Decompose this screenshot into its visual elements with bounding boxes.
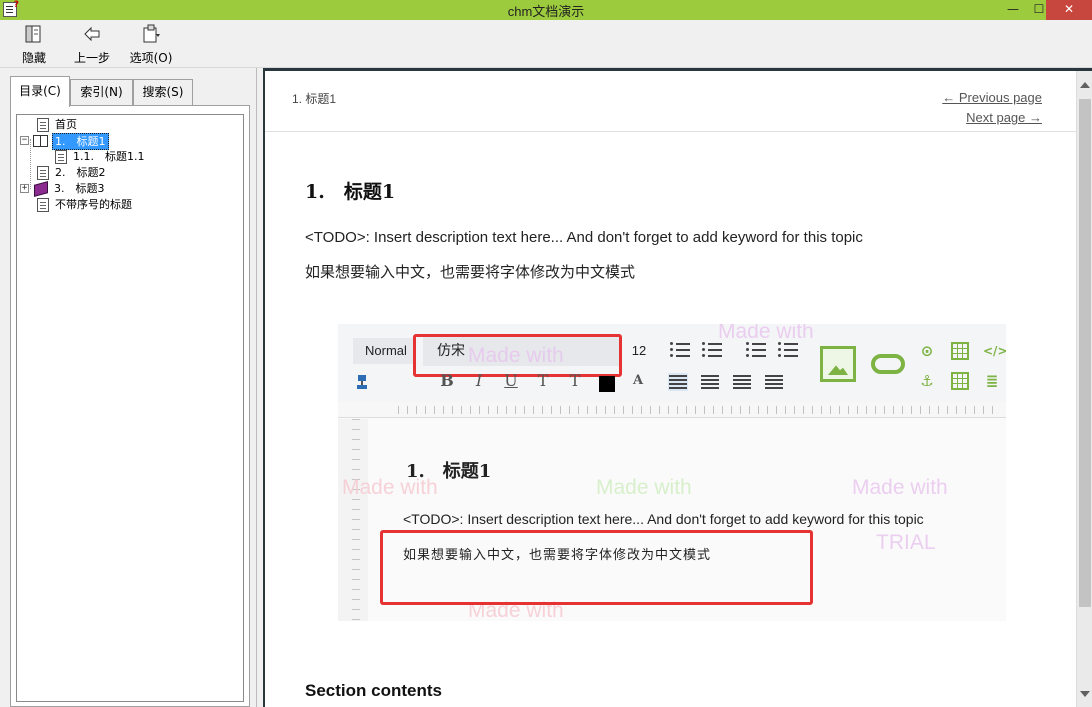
- indent-icon: [778, 340, 800, 360]
- tree-item-unnumbered[interactable]: 不带序号的标题: [37, 197, 134, 213]
- page-icon: [55, 150, 67, 164]
- insert-image-icon: [820, 346, 856, 382]
- description-text: <TODO>: Insert description text here... …: [305, 229, 863, 246]
- breadcrumb: 1. 标题1: [292, 92, 337, 106]
- page-title: 1. 标题1: [305, 181, 396, 203]
- align-justify-icon: [764, 373, 784, 391]
- anchor-icon: ⚓: [920, 372, 934, 390]
- text-highlight-box: [380, 530, 813, 605]
- tree-item-heading3[interactable]: 3. 标题3: [33, 181, 107, 197]
- font-color-icon: [599, 376, 615, 392]
- editor-description-text: <TODO>: Insert description text here... …: [403, 511, 924, 527]
- tree-item-heading2[interactable]: 2. 标题2: [37, 165, 108, 181]
- outdent-icon: [746, 340, 768, 360]
- page-icon: [37, 166, 49, 180]
- watermark: Made with: [468, 344, 564, 367]
- minimize-button[interactable]: —: [1000, 0, 1026, 20]
- subscript-icon: T: [537, 371, 549, 390]
- align-right-icon: [732, 373, 752, 391]
- tree-item-heading1[interactable]: 1. 标题1: [33, 133, 109, 150]
- table-icon: [951, 342, 969, 360]
- previous-page-link[interactable]: ← Previous page: [942, 90, 1042, 105]
- pane-splitter[interactable]: [256, 68, 263, 707]
- section-contents-heading: Section contents: [305, 681, 442, 700]
- navigation-pane: 目录(C) 索引(N) 搜索(S) 首页 − 1. 标题1 1.1. 标题1.1…: [4, 68, 254, 707]
- tree-item-heading1-1[interactable]: 1.1. 标题1.1: [55, 149, 146, 165]
- options-button[interactable]: 选项(O): [123, 24, 179, 66]
- font-size-select: 12: [631, 343, 647, 358]
- window-title: chm文档演示: [507, 4, 585, 19]
- vertical-scrollbar[interactable]: [1076, 71, 1092, 707]
- italic-icon: I: [475, 371, 483, 390]
- table-grid-icon: [951, 372, 969, 390]
- back-label: 上一步: [73, 51, 110, 65]
- options-icon: [141, 24, 161, 44]
- back-arrow-icon: [82, 24, 102, 44]
- scroll-down-arrow-icon[interactable]: [1080, 691, 1090, 697]
- open-book-icon: [33, 134, 48, 147]
- watermark: Made with: [596, 476, 692, 499]
- tab-index[interactable]: 索引(N): [70, 79, 133, 106]
- scrollbar-thumb[interactable]: [1079, 99, 1091, 607]
- next-page-link[interactable]: Next page →: [966, 110, 1042, 125]
- toolbar: 隐藏 上一步 选项(O): [0, 20, 1092, 68]
- align-center-icon: [700, 373, 720, 391]
- contents-panel: 首页 − 1. 标题1 1.1. 标题1.1 2. 标题2 + 3. 标题3 不…: [10, 105, 250, 707]
- contents-tree[interactable]: 首页 − 1. 标题1 1.1. 标题1.1 2. 标题2 + 3. 标题3 不…: [16, 114, 244, 702]
- chinese-note-text: 如果想要输入中文，也需要将字体修改为中文模式: [305, 263, 636, 281]
- close-button[interactable]: ✕: [1046, 0, 1092, 20]
- highlight-text-icon: A: [632, 373, 644, 388]
- collapse-toggle[interactable]: −: [20, 136, 29, 145]
- numbered-list-icon: [702, 340, 724, 360]
- scroll-up-arrow-icon[interactable]: [1080, 82, 1090, 88]
- editor-heading: 1. 标题1: [406, 461, 492, 482]
- header-divider: [265, 131, 1077, 132]
- page-icon: [37, 118, 49, 132]
- underline-icon: U: [504, 371, 518, 390]
- watermark: TRIAL: [876, 531, 936, 554]
- closed-book-icon: [33, 182, 48, 195]
- vertical-ruler: [338, 419, 368, 621]
- horizontal-ruler: [338, 402, 1006, 418]
- page-icon: [37, 198, 49, 212]
- superscript-icon: T: [569, 371, 581, 390]
- tab-search[interactable]: 搜索(S): [133, 79, 193, 106]
- bold-icon: B: [440, 371, 454, 390]
- watermark: Made with: [852, 476, 948, 499]
- tree-item-home[interactable]: 首页: [37, 117, 79, 133]
- title-bar: ? chm文档演示 — ☐ ✕: [0, 0, 1092, 20]
- style-select: Normal: [353, 338, 415, 364]
- hide-pane-icon: [24, 24, 44, 44]
- editor-screenshot-image: Normal 仿宋 12 Made with Made with B I U T…: [338, 324, 1006, 621]
- more-table-icon: ≣: [985, 372, 999, 390]
- hide-label: 隐藏: [21, 51, 46, 65]
- back-button[interactable]: 上一步: [64, 24, 120, 66]
- options-label: 选项(O): [129, 51, 173, 65]
- format-painter-icon: [355, 374, 369, 390]
- align-left-icon: [668, 373, 688, 391]
- tab-contents[interactable]: 目录(C): [10, 76, 70, 107]
- content-pane: 1. 标题1 ← Previous page Next page → 1. 标题…: [263, 68, 1092, 707]
- bullet-list-icon: [670, 340, 692, 360]
- code-icon: </>: [983, 344, 1006, 358]
- expand-toggle[interactable]: +: [20, 184, 29, 193]
- insert-link-icon: [871, 354, 905, 374]
- editor-toolbar: Normal 仿宋 12 Made with Made with B I U T…: [338, 324, 1006, 402]
- hide-button[interactable]: 隐藏: [6, 24, 62, 66]
- anchor-link-icon: ⊙: [920, 342, 934, 360]
